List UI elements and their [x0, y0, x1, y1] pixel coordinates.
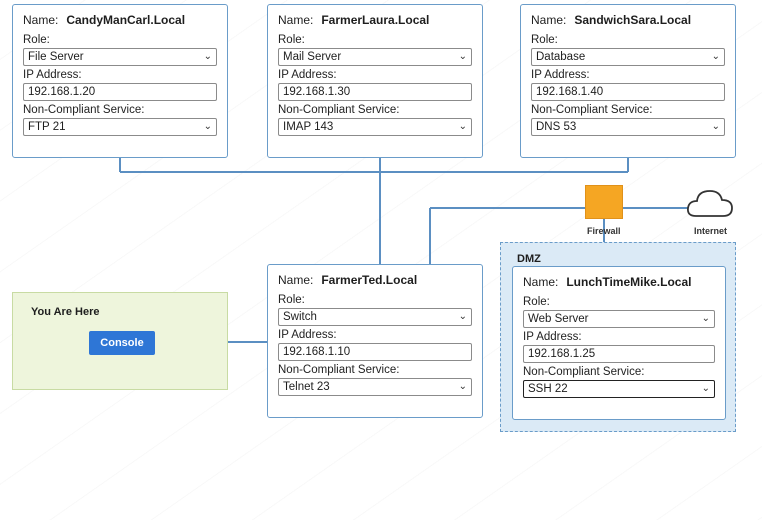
role-select[interactable]: Mail Server ⌄ — [278, 48, 472, 66]
chevron-down-icon: ⌄ — [711, 121, 720, 132]
role-value: Web Server — [528, 313, 589, 325]
service-select[interactable]: SSH 22 ⌄ — [523, 380, 715, 398]
firewall-label: Firewall — [587, 226, 621, 236]
host-name: LunchTimeMike.Local — [566, 275, 692, 289]
host-name-row: Name: LunchTimeMike.Local — [523, 275, 715, 289]
name-label: Name: — [531, 13, 567, 27]
host-name: SandwichSara.Local — [574, 13, 692, 27]
service-select[interactable]: FTP 21 ⌄ — [23, 118, 217, 136]
host-card-lunchtimemike: Name: LunchTimeMike.Local Role: Web Serve… — [512, 266, 726, 420]
ip-input[interactable]: 192.168.1.10 — [278, 343, 472, 361]
service-select[interactable]: IMAP 143 ⌄ — [278, 118, 472, 136]
role-select[interactable]: Database ⌄ — [531, 48, 725, 66]
service-value: Telnet 23 — [283, 381, 330, 393]
ip-label: IP Address: — [531, 69, 590, 81]
service-label: Non-Compliant Service: — [531, 104, 653, 116]
host-name: FarmerTed.Local — [321, 273, 418, 287]
role-value: File Server — [28, 51, 84, 63]
dmz-title: DMZ — [517, 253, 541, 265]
ip-input[interactable]: 192.168.1.20 — [23, 83, 217, 101]
service-label: Non-Compliant Service: — [523, 366, 645, 378]
chevron-down-icon: ⌄ — [458, 121, 467, 132]
service-select[interactable]: DNS 53 ⌄ — [531, 118, 725, 136]
service-value: IMAP 143 — [283, 121, 334, 133]
ip-label: IP Address: — [523, 331, 582, 343]
you-are-here-panel: You Are Here Console — [12, 292, 228, 390]
role-value: Switch — [283, 311, 317, 323]
host-name: FarmerLaura.Local — [321, 13, 430, 27]
host-name: CandyManCarl.Local — [66, 13, 186, 27]
service-value: DNS 53 — [536, 121, 577, 133]
ip-input[interactable]: 192.168.1.40 — [531, 83, 725, 101]
service-label: Non-Compliant Service: — [23, 104, 145, 116]
name-label: Name: — [278, 13, 314, 27]
ip-label: IP Address: — [23, 69, 82, 81]
name-label: Name: — [23, 13, 59, 27]
name-label: Name: — [523, 275, 559, 289]
you-are-here-title: You Are Here — [31, 306, 100, 318]
chevron-down-icon: ⌄ — [458, 381, 467, 392]
service-value: SSH 22 — [528, 383, 568, 395]
service-select[interactable]: Telnet 23 ⌄ — [278, 378, 472, 396]
host-name-row: Name: CandyManCarl.Local — [23, 13, 217, 27]
console-button[interactable]: Console — [89, 331, 155, 355]
host-name-row: Name: FarmerTed.Local — [278, 273, 472, 287]
ip-label: IP Address: — [278, 329, 337, 341]
host-card-farmerted: Name: FarmerTed.Local Role: Switch ⌄ IP Ad… — [267, 264, 483, 418]
role-value: Mail Server — [283, 51, 342, 63]
service-value: FTP 21 — [28, 121, 66, 133]
ip-label: IP Address: — [278, 69, 337, 81]
host-card-farmerlaura: Name: FarmerLaura.Local Role: Mail Server… — [267, 4, 483, 158]
role-value: Database — [536, 51, 586, 63]
cloud-icon[interactable] — [686, 186, 734, 220]
ip-input[interactable]: 192.168.1.25 — [523, 345, 715, 363]
chevron-down-icon: ⌄ — [711, 51, 720, 62]
role-label: Role: — [278, 34, 305, 46]
service-label: Non-Compliant Service: — [278, 104, 400, 116]
service-label: Non-Compliant Service: — [278, 364, 400, 376]
role-label: Role: — [278, 294, 305, 306]
internet-label: Internet — [694, 226, 728, 236]
host-card-candymancarl: Name: CandyManCarl.Local Role: File Serve… — [12, 4, 228, 158]
role-label: Role: — [531, 34, 558, 46]
role-label: Role: — [23, 34, 50, 46]
chevron-down-icon: ⌄ — [701, 313, 710, 324]
chevron-down-icon: ⌄ — [203, 51, 212, 62]
ip-input[interactable]: 192.168.1.30 — [278, 83, 472, 101]
chevron-down-icon: ⌄ — [458, 311, 467, 322]
role-label: Role: — [523, 296, 550, 308]
chevron-down-icon: ⌄ — [203, 121, 212, 132]
chevron-down-icon: ⌄ — [701, 383, 710, 394]
host-card-sandwichsara: Name: SandwichSara.Local Role: Database ⌄ … — [520, 4, 736, 158]
name-label: Name: — [278, 273, 314, 287]
firewall-icon[interactable] — [585, 185, 623, 219]
host-name-row: Name: SandwichSara.Local — [531, 13, 725, 27]
host-name-row: Name: FarmerLaura.Local — [278, 13, 472, 27]
role-select[interactable]: File Server ⌄ — [23, 48, 217, 66]
role-select[interactable]: Web Server ⌄ — [523, 310, 715, 328]
chevron-down-icon: ⌄ — [458, 51, 467, 62]
role-select[interactable]: Switch ⌄ — [278, 308, 472, 326]
